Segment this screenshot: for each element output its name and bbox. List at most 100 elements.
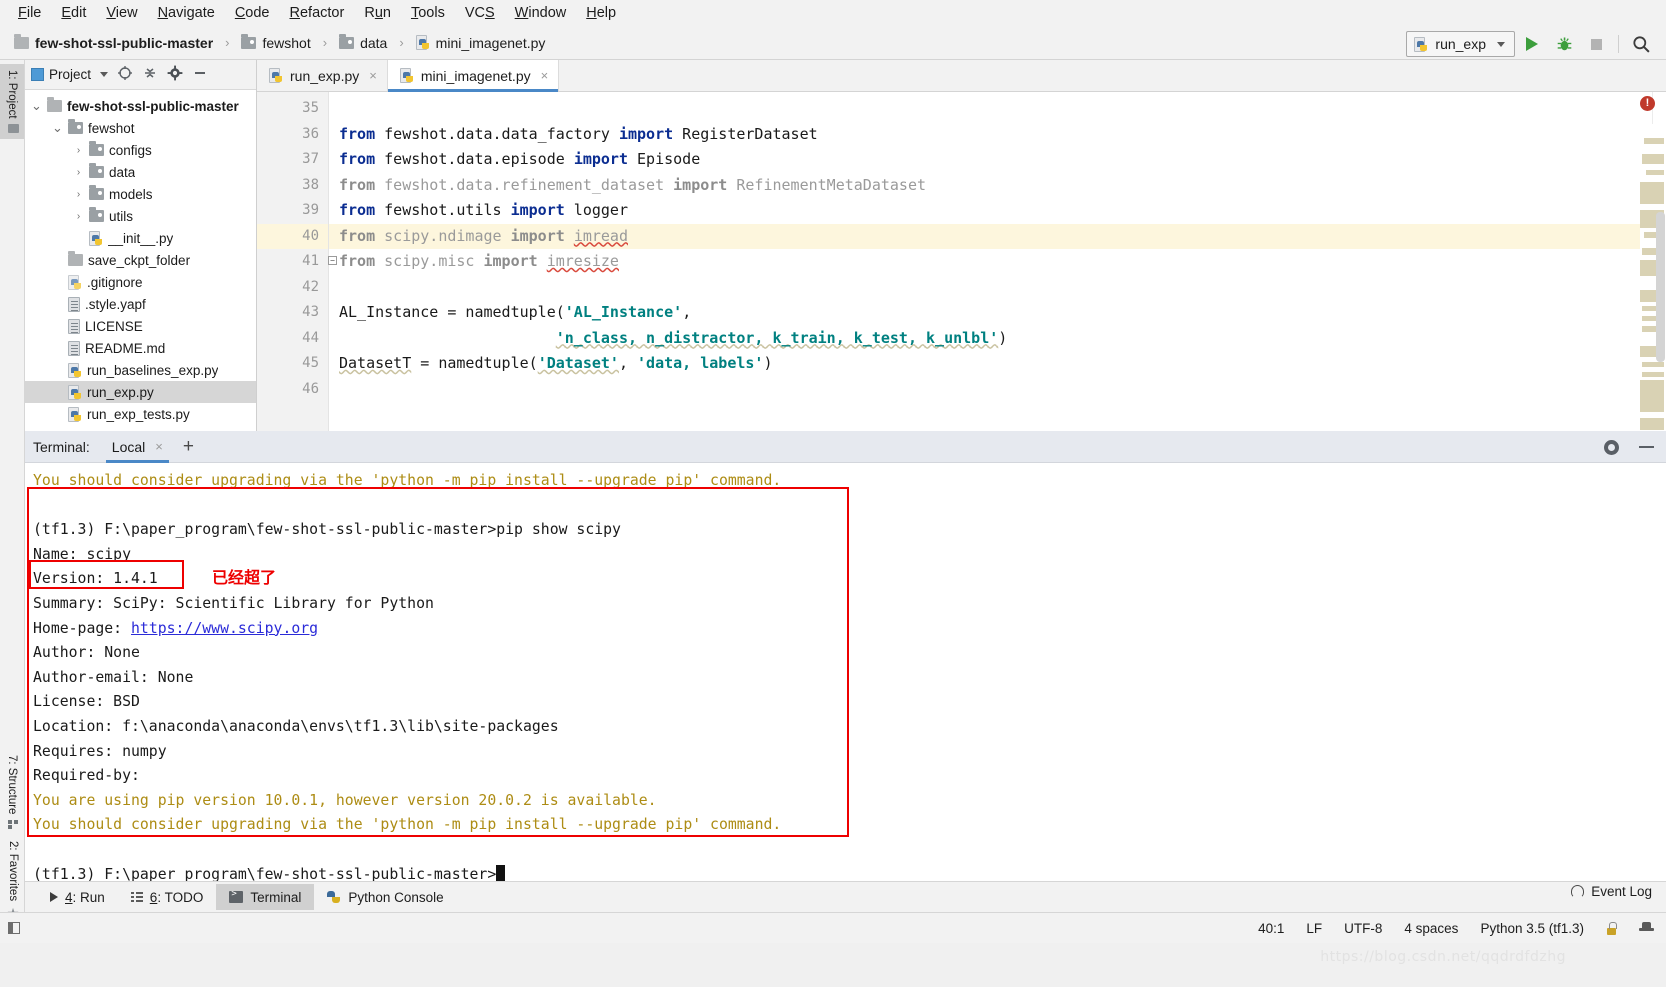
editor-scrollbar[interactable] [1656,212,1665,362]
run-button[interactable] [1517,30,1547,58]
menu-item-navigate[interactable]: Navigate [148,2,225,24]
terminal-hyperlink[interactable]: https://www.scipy.org [131,620,318,637]
hat-icon[interactable] [1639,921,1654,935]
disclosure-arrow-icon[interactable]: › [73,167,84,178]
tree-item[interactable]: save_ckpt_folder [25,249,256,271]
minimap-line [1640,418,1664,430]
disclosure-arrow-icon[interactable]: ⌄ [52,121,63,134]
terminal-output[interactable]: 已经超了 You should consider upgrading via t… [25,463,1666,881]
code-line[interactable]: from fewshot.data.refinement_dataset imp… [329,173,1652,199]
add-terminal-button[interactable]: + [183,437,194,456]
editor-tab[interactable]: run_exp.py × [257,60,388,91]
close-icon[interactable]: × [155,439,163,454]
tree-item[interactable]: run_exp_tests.py [25,403,256,425]
terminal-line: Author: None [33,644,140,662]
search-button[interactable] [1626,30,1656,58]
terminal-line: You should consider upgrading via the 'p… [33,816,782,834]
layout-toggle-button[interactable] [8,922,20,934]
code-line[interactable]: from fewshot.data.episode import Episode [329,147,1652,173]
indent-setting[interactable]: 4 spaces [1404,921,1458,936]
code-line[interactable]: from scipy.misc import imresize [329,249,1652,275]
stop-button[interactable] [1581,30,1611,58]
sidebar-item-project[interactable]: 1: Project [0,64,24,139]
menu-item-file[interactable]: File [8,2,51,24]
code-line[interactable] [329,275,1652,301]
tool-window-button-terminal[interactable]: Terminal [216,884,315,910]
collapse-all-icon[interactable] [142,65,158,84]
editor-tab[interactable]: mini_imagenet.py × [387,60,560,92]
target-icon[interactable] [117,65,133,84]
breadcrumb-item[interactable]: few-shot-ssl-public-master [14,33,213,51]
minimize-icon[interactable] [192,65,208,84]
close-icon[interactable]: × [541,68,549,83]
sidebar-item-structure[interactable]: 7: Structure [0,749,24,834]
code-token: , [682,303,692,321]
code-line[interactable]: from scipy.ndimage import imread [329,223,1652,249]
code-line[interactable]: 'n_class, n_distractor, k_train, k_test,… [329,326,1652,352]
error-badge[interactable]: ! [1640,96,1655,111]
menu-item-code[interactable]: Code [225,2,280,24]
code-line[interactable]: from fewshot.data.data_factory import Re… [329,122,1652,148]
caret-position[interactable]: 40:1 [1258,921,1284,936]
terminal-header-tools [1604,431,1654,463]
line-number: 44 [302,329,319,346]
code-line[interactable] [329,377,1652,403]
search-icon [1632,35,1650,53]
line-separator[interactable]: LF [1306,921,1322,936]
menu-item-window[interactable]: Window [505,2,577,24]
menu-item-help[interactable]: Help [576,2,626,24]
code-line[interactable]: DatasetT = namedtuple('Dataset', 'data, … [329,351,1652,377]
tree-item[interactable]: ⌄ few-shot-ssl-public-master [25,95,256,117]
disclosure-arrow-icon[interactable]: › [73,145,84,156]
python-interpreter[interactable]: Python 3.5 (tf1.3) [1480,921,1584,936]
disclosure-arrow-icon[interactable]: › [73,211,84,222]
tree-item[interactable]: ⌄ fewshot [25,117,256,139]
code-token: Episode [628,150,701,168]
terminal-tab-local[interactable]: Local × [104,431,171,463]
disclosure-arrow-icon[interactable]: ⌄ [31,99,42,112]
event-log-button[interactable]: Event Log [1571,884,1652,899]
code-editor[interactable]: 35 36 37 38 39 40 41− 42 43 44 45 46 from fewshot.d… [257,92,1666,431]
menu-item-vcs[interactable]: VCS [455,2,505,24]
todo-list-icon [130,892,143,902]
debug-button[interactable] [1549,30,1579,58]
tool-window-button-6-todo[interactable]: 6: TODO [118,884,217,910]
run-configuration-selector[interactable]: run_exp [1406,31,1515,57]
minimize-icon[interactable] [1639,446,1654,448]
tree-item[interactable]: README.md [25,337,256,359]
disclosure-arrow-icon[interactable]: › [73,189,84,200]
tree-item[interactable]: run_baselines_exp.py [25,359,256,381]
tool-window-button-4-run[interactable]: 4: Run [37,884,118,910]
breadcrumb-item[interactable]: fewshot [241,33,311,51]
tree-item[interactable]: .gitignore [25,271,256,293]
tree-item[interactable]: LICENSE [25,315,256,337]
tree-item[interactable]: run_exp.py [25,381,256,403]
menu-item-run[interactable]: Run [354,2,401,24]
code-line[interactable] [329,96,1652,122]
code-token: import [510,201,565,219]
tree-item[interactable]: › configs [25,139,256,161]
tree-item[interactable]: › data [25,161,256,183]
tree-item-label: .gitignore [87,274,143,290]
tree-item[interactable]: __init__.py [25,227,256,249]
menu-item-view[interactable]: View [96,2,147,24]
menu-item-edit[interactable]: Edit [51,2,96,24]
breadcrumb-item[interactable]: mini_imagenet.py [415,35,545,51]
gear-icon[interactable] [1604,439,1619,455]
code-line[interactable]: AL_Instance = namedtuple('AL_Instance', [329,300,1652,326]
tree-item[interactable]: › models [25,183,256,205]
gear-icon[interactable] [167,65,183,84]
menu-item-refactor[interactable]: Refactor [280,2,355,24]
tree-item[interactable]: .style.yapf [25,293,256,315]
tool-window-button-python-console[interactable]: Python Console [314,884,456,910]
lock-icon[interactable] [1606,921,1617,935]
code-line[interactable]: from fewshot.utils import logger [329,198,1652,224]
terminal-label: Terminal: [33,438,90,455]
close-icon[interactable]: × [369,68,377,83]
menu-item-tools[interactable]: Tools [401,2,455,24]
code-content[interactable]: from fewshot.data.data_factory import Re… [329,92,1652,431]
tree-item[interactable]: › utils [25,205,256,227]
breadcrumb-item[interactable]: data [339,33,387,51]
project-panel-title[interactable]: Project [31,67,109,82]
file-encoding[interactable]: UTF-8 [1344,921,1382,936]
